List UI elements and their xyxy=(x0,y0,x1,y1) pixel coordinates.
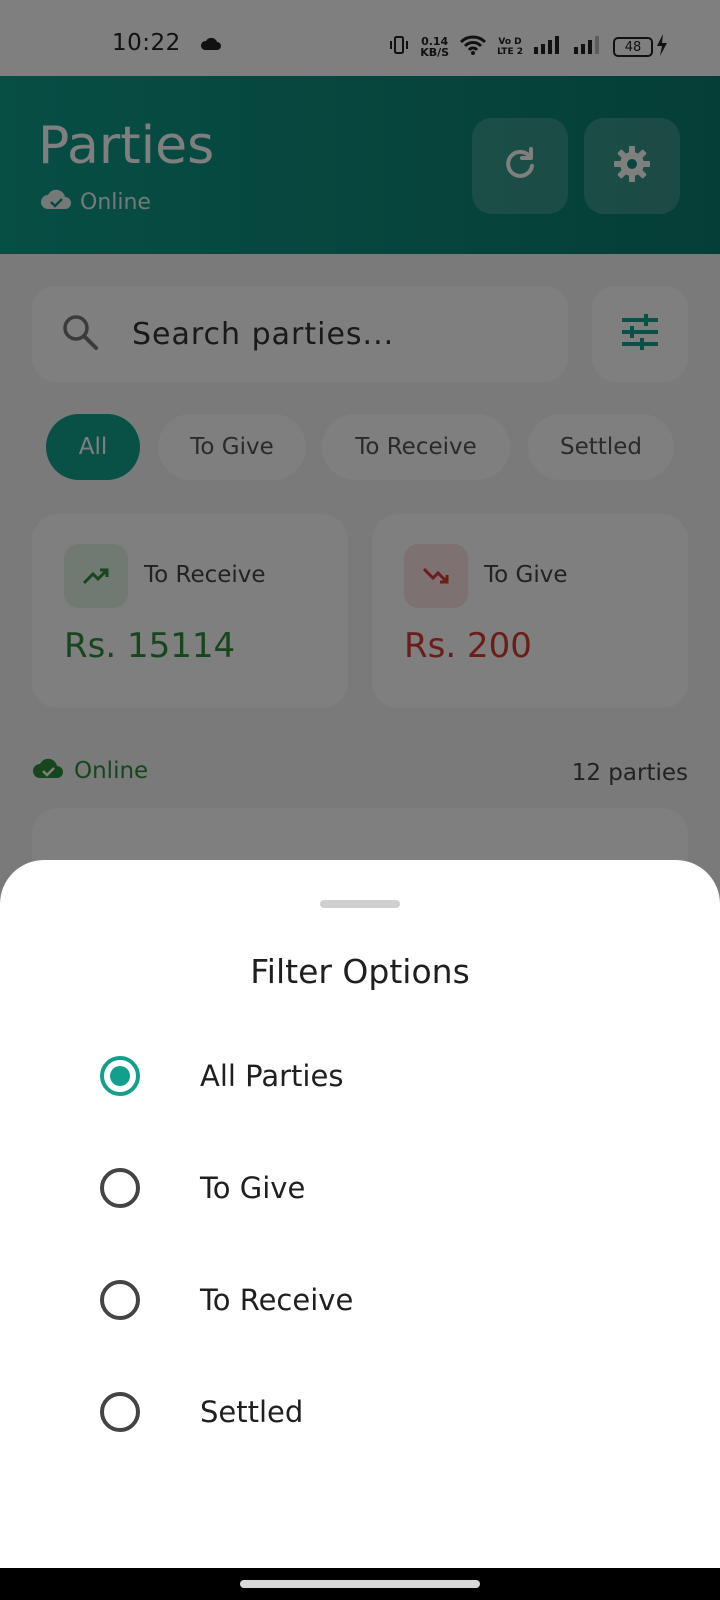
radio-to-receive[interactable] xyxy=(100,1280,140,1320)
radio-to-give[interactable] xyxy=(100,1168,140,1208)
option-settled[interactable]: Settled xyxy=(100,1372,660,1452)
option-to-receive[interactable]: To Receive xyxy=(100,1260,660,1340)
option-label: To Receive xyxy=(200,1283,354,1317)
radio-settled[interactable] xyxy=(100,1392,140,1432)
option-label: To Give xyxy=(200,1171,306,1205)
system-nav-bar xyxy=(0,1568,720,1600)
filter-bottom-sheet: Filter Options All Parties To Give To Re… xyxy=(0,860,720,1568)
home-gesture-handle[interactable] xyxy=(240,1580,480,1588)
sheet-title: Filter Options xyxy=(250,952,470,991)
radio-all-parties[interactable] xyxy=(100,1056,140,1096)
option-to-give[interactable]: To Give xyxy=(100,1148,660,1228)
option-all-parties[interactable]: All Parties xyxy=(100,1036,660,1116)
drag-handle[interactable] xyxy=(320,900,400,908)
option-label: Settled xyxy=(200,1395,304,1429)
option-label: All Parties xyxy=(200,1059,344,1093)
